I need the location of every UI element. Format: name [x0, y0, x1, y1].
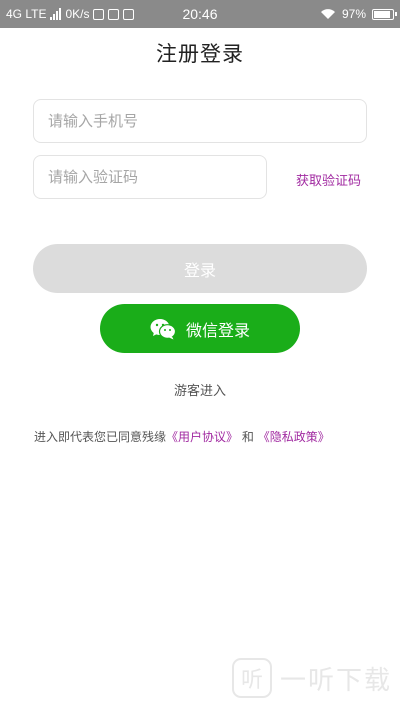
status-bar: 4G LTE 0K/s 20:46 97% — [0, 0, 400, 28]
login-button[interactable]: 登录 — [33, 244, 367, 293]
agreement-and: 和 — [241, 430, 254, 444]
wechat-login-label: 微信登录 — [185, 320, 250, 340]
agreement-text: 进入即代表您已同意残缘《用户协议》 和 《隐私政策》 — [34, 428, 330, 445]
wechat-icon — [150, 318, 176, 339]
battery-percent: 97% — [341, 7, 366, 21]
user-agreement-link[interactable]: 《用户协议》 — [166, 430, 238, 444]
wifi-icon — [320, 9, 335, 19]
status-right: 97% — [320, 0, 397, 28]
phone-field[interactable] — [33, 99, 367, 143]
page-title: 注册登录 — [156, 42, 244, 66]
watermark-logo: 听 — [231, 658, 272, 698]
battery-fill — [374, 10, 391, 18]
privacy-policy-link[interactable]: 《隐私政策》 — [258, 430, 330, 444]
code-field[interactable] — [33, 155, 267, 199]
guest-entry-link[interactable]: 游客进入 — [0, 380, 400, 399]
battery-icon — [372, 8, 397, 20]
agreement-prefix: 进入即代表您已同意残缘 — [34, 430, 167, 444]
wechat-login-button[interactable]: 微信登录 — [100, 304, 300, 353]
phone-input[interactable] — [48, 100, 366, 142]
get-code-button[interactable]: 获取验证码 — [296, 170, 361, 189]
watermark: 听 一听下载 — [231, 658, 392, 698]
code-input[interactable] — [48, 156, 266, 198]
watermark-text: 一听下载 — [279, 665, 392, 696]
